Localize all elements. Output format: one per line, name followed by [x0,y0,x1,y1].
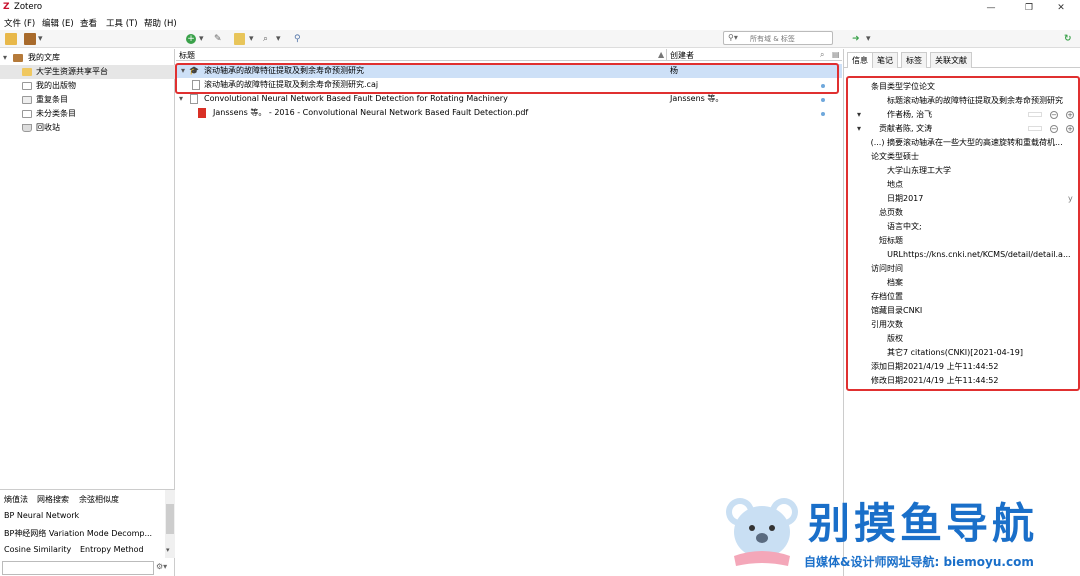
attachment-icon[interactable]: ⌕ [263,33,268,45]
menu-help[interactable]: 帮助 (H) [144,17,177,29]
journal-article-icon [190,94,198,104]
pdf-icon [198,108,206,118]
sort-icon[interactable]: ▲ [658,50,664,59]
item-title: Janssens 等。 - 2016 - Convolutional Neura… [213,108,529,117]
search-input[interactable]: ⚲▾ 所有域 & 标签 [723,31,833,45]
tag-item[interactable]: 熵值法 [4,494,28,505]
collection-shared-platform[interactable]: 大学生资源共享平台 [0,65,175,79]
collection-my-publications[interactable]: 我的出版物 [0,79,175,93]
tag-item[interactable]: Cosine Similarity [4,545,71,554]
duplicates-icon [22,96,32,104]
trash-icon [22,124,32,132]
search-placeholder: 所有域 & 标签 [750,35,795,43]
sync-icon[interactable]: ↻ [1064,33,1072,45]
new-item-icon[interactable]: + [186,34,196,44]
column-picker-icon[interactable]: ▤ [832,50,840,59]
new-library-icon[interactable] [24,33,36,45]
collapse-icon[interactable]: ▾ [3,51,7,65]
menu-file[interactable]: 文件 (F) [4,17,35,29]
item-row-pdf[interactable]: Janssens 等。 - 2016 - Convolutional Neura… [176,106,842,120]
library-icon [13,54,23,62]
tab-notes[interactable]: 笔记 [872,52,898,68]
menu-bar: 文件 (F) 编辑 (E) 查看 工具 (T) 帮助 (H) [0,16,1080,30]
locate-icon[interactable]: ➜ [852,33,860,45]
tag-filter-input[interactable] [2,561,154,575]
tag-item[interactable]: 余弦相似度 [79,494,119,505]
column-divider [666,49,667,60]
watermark-subtitle: 自媒体&设计师网址导航: biemoyu.com [804,555,1034,569]
scrollbar-thumb[interactable] [166,504,174,534]
collection-label: 我的出版物 [36,81,76,90]
minimize-icon[interactable]: — [976,0,1006,16]
close-icon[interactable]: ✕ [1046,0,1076,16]
tag-item[interactable]: BP Neural Network [4,511,79,520]
add-by-identifier-icon[interactable]: ✎ [214,33,222,45]
library-dropdown-icon[interactable]: ▾ [38,33,43,45]
tag-actions-icon[interactable]: ⚙▾ [156,562,167,571]
column-header: 标题 ▲ 创建者 ⌕ ▤ [176,49,842,61]
new-note-icon[interactable] [234,33,245,45]
locate-dropdown-icon[interactable]: ▾ [866,33,871,45]
collection-unfiled[interactable]: 未分类条目 [0,107,175,121]
toolbar: ▾ + ▾ ✎ ▾ ⌕ ▾ ⚲ ➜ ▾ ↻ [0,30,1080,48]
collection-trash[interactable]: 回收站 [0,121,175,135]
unfiled-icon [22,110,32,118]
collection-label: 回收站 [36,123,60,132]
koala-mascot-icon [722,490,802,570]
column-title[interactable]: 标题 [179,50,195,61]
search-icon: ⚲▾ [728,33,738,42]
highlight-box [846,76,1080,391]
window-title: Zotero [14,2,43,12]
zotero-logo-icon: Z [3,2,10,12]
new-item-dropdown-icon[interactable]: ▾ [199,33,204,45]
highlight-box [175,63,839,94]
tab-info[interactable]: 信息 [847,52,873,68]
watermark-title: 别摸鱼导航 [808,499,1039,548]
collection-label: 未分类条目 [36,109,76,118]
advanced-search-icon[interactable]: ⚲ [294,33,301,45]
scroll-down-icon[interactable]: ▾ [166,546,170,554]
tab-related[interactable]: 关联文献 [930,52,972,68]
tab-tags[interactable]: 标签 [901,52,927,68]
tag-item[interactable]: Entropy Method [80,545,144,554]
library-label: 我的文库 [28,53,60,62]
tag-item[interactable]: 网格搜索 [37,494,69,505]
menu-tools[interactable]: 工具 (T) [106,17,138,29]
collapse-icon[interactable]: ▾ [179,92,183,106]
tag-scrollbar[interactable]: ▾ [165,490,175,558]
attachment-status-icon [821,112,825,116]
collections-pane: ▾ 我的文库 大学生资源共享平台 我的出版物 重复条目 未分类条目 回收站 [0,49,175,489]
folder-icon [22,68,32,76]
library-my-library[interactable]: ▾ 我的文库 [0,51,175,65]
maximize-icon[interactable]: ❐ [1014,0,1044,16]
new-collection-icon[interactable] [5,33,17,45]
collection-label: 重复条目 [36,95,68,104]
collection-duplicates[interactable]: 重复条目 [0,93,175,107]
tab-bar: 信息 笔记 标签 关联文献 [844,52,1080,68]
item-row-paper[interactable]: ▾ Convolutional Neural Network Based Fau… [176,92,842,106]
item-title: Convolutional Neural Network Based Fault… [204,94,508,103]
tag-item[interactable]: BP神经网络 Variation Mode Decomp... [4,528,152,539]
publications-icon [22,82,32,90]
collection-label: 大学生资源共享平台 [36,67,108,76]
column-creator[interactable]: 创建者 [670,50,694,61]
title-bar: Z Zotero — ❐ ✕ [0,0,1080,16]
attachment-column-icon: ⌕ [820,50,825,59]
attachment-status-icon [821,98,825,102]
item-creator: Janssens 等。 [670,94,724,103]
attachment-dropdown-icon[interactable]: ▾ [276,33,281,45]
menu-view[interactable]: 查看 [80,17,97,29]
new-note-dropdown-icon[interactable]: ▾ [249,33,254,45]
menu-edit[interactable]: 编辑 (E) [42,17,74,29]
